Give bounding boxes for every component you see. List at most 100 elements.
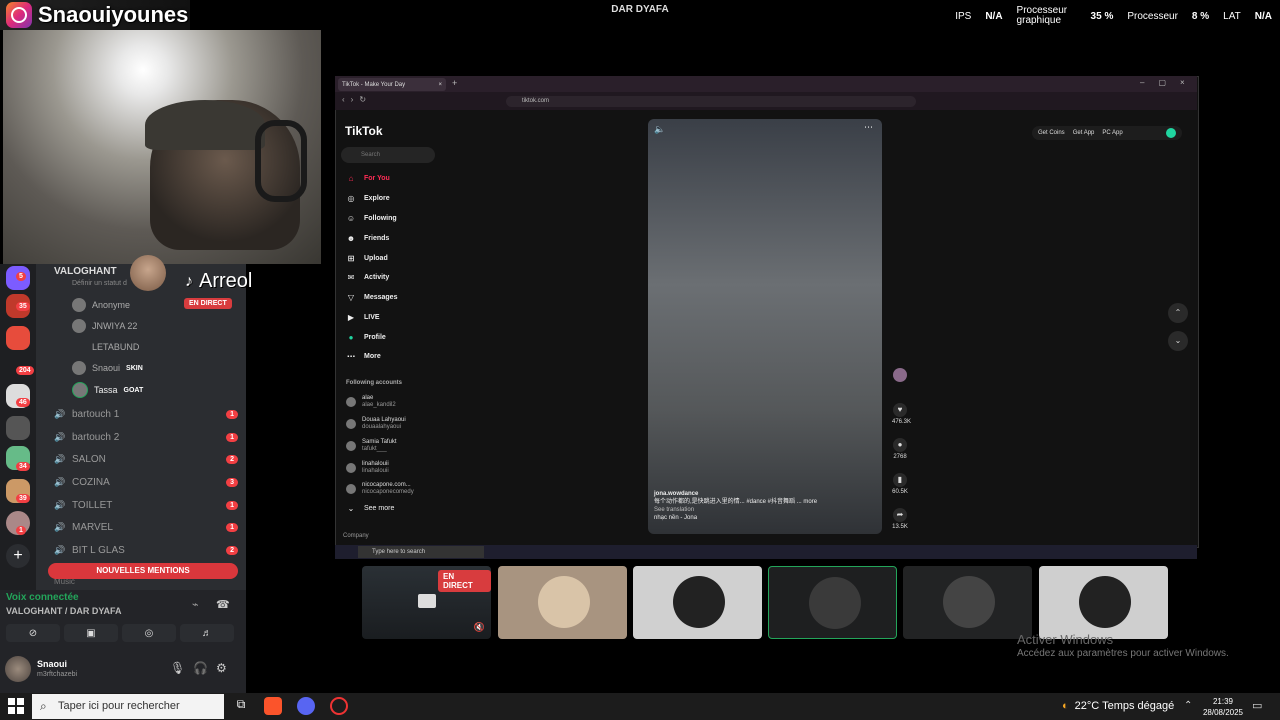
nav-for-you[interactable]: ⌂ For You (346, 174, 390, 183)
speaker-icon: 🔊 (54, 500, 66, 510)
nav-profile[interactable]: ● Profile (346, 333, 386, 342)
nav-upload[interactable]: ⊞ Upload (346, 254, 388, 263)
disconnect-icon[interactable]: ☎ (216, 598, 230, 611)
camera-off-button[interactable]: ⊘ (6, 624, 60, 642)
server-icon[interactable] (6, 326, 30, 350)
window-controls[interactable]: –▢× (1140, 78, 1199, 87)
avatar (72, 298, 86, 312)
save-button[interactable]: ▮ 60.5K (892, 473, 908, 495)
tiktok-logo[interactable]: TikTok (345, 124, 383, 138)
nav-arrows-icon[interactable]: ‹›↻ (342, 95, 372, 104)
following-account[interactable]: Douaa Lahyaoui douaalahyaoui (346, 417, 406, 431)
muted-icon[interactable]: 🔇 (474, 622, 485, 633)
following-account[interactable]: linahalouii linahalouii (346, 461, 389, 475)
headphones-icon[interactable]: 🎧 (193, 661, 208, 675)
participant-tile-speaking[interactable] (768, 566, 897, 639)
close-icon[interactable]: × (438, 82, 442, 88)
participant-tile[interactable] (498, 566, 627, 639)
see-translation[interactable]: See translation (654, 506, 874, 514)
overlay-avatar (130, 255, 166, 291)
ips-value: N/A (985, 10, 1003, 22)
following-account[interactable]: Samia Tafukt tafukt___ (346, 439, 397, 453)
add-server-icon[interactable]: + (6, 544, 30, 568)
voice-member[interactable]: JNWIYA 22 (72, 319, 137, 333)
company-link[interactable]: Company (343, 533, 369, 539)
creator-avatar[interactable] (892, 368, 908, 384)
user-avatar[interactable] (5, 656, 31, 682)
share-button[interactable]: ➦ 13.5K (892, 508, 908, 530)
voice-location[interactable]: VALOGHANT / DAR DYAFA (6, 606, 122, 616)
like-button[interactable]: ♥ 476.3K (892, 403, 912, 425)
brave-browser-icon[interactable] (264, 697, 282, 715)
voice-channel-name[interactable]: VALOGHANT (54, 266, 117, 277)
nav-activity[interactable]: ✉ Activity (346, 273, 390, 282)
tray-chevron-icon[interactable]: ⌃ (1184, 700, 1192, 711)
voice-channel[interactable]: 🔊 SALON 2 (54, 454, 238, 465)
new-tab-icon[interactable]: + (452, 78, 457, 88)
participant-tile[interactable] (1039, 566, 1168, 639)
server-badge: 35 (16, 302, 30, 311)
following-account[interactable]: alae alae_kandil2 (346, 395, 396, 409)
volume-icon[interactable]: 🔈 (654, 124, 665, 135)
nav-live[interactable]: ▶ LIVE (346, 313, 380, 322)
following-account[interactable]: nicocapone.com... nicocaponecomedy (346, 482, 414, 496)
noise-icon[interactable]: ⌁ (192, 598, 199, 611)
more-options-icon[interactable]: ⋯ (864, 122, 873, 133)
server-icon[interactable] (6, 416, 30, 440)
nav-more[interactable]: ⋯ More (346, 352, 381, 361)
voice-member[interactable]: Tassa GOAT (72, 382, 143, 398)
see-more-button[interactable]: ⌄ See more (346, 504, 395, 513)
previous-video-button[interactable]: ⌃ (1168, 303, 1188, 323)
notifications-icon[interactable]: ▭ (1252, 699, 1262, 712)
voice-member[interactable]: Snaoui SKIN (72, 361, 143, 375)
windows-search-input[interactable]: Taper ici pour rechercher (32, 694, 224, 719)
voice-member[interactable]: Anonyme (72, 298, 130, 312)
participant-tile[interactable] (633, 566, 762, 639)
voice-channel[interactable]: 🔊 BIT L GLAS 2 (54, 545, 238, 556)
member-tag: GOAT (123, 386, 144, 394)
participant-tile[interactable] (903, 566, 1032, 639)
nav-following[interactable]: ☺ Following (346, 214, 397, 223)
screen-share-button[interactable]: ▣ (64, 624, 118, 642)
status-hint: Définir un statut d (72, 280, 127, 287)
task-view-icon[interactable]: ⧉ (232, 697, 250, 715)
voice-channel[interactable]: 🔊 bartouch 1 1 (54, 409, 238, 420)
voice-channel[interactable]: 🔊 COZINA 3 (54, 477, 238, 488)
like-count: 476.3K (892, 419, 912, 425)
profile-avatar[interactable] (1166, 128, 1176, 138)
voice-channel[interactable]: 🔊 bartouch 2 1 (54, 432, 238, 443)
participant-tile-stream[interactable]: EN DIRECT 🔇 (362, 566, 491, 639)
video-music[interactable]: nhạc nền - Jona (654, 514, 874, 522)
avatar (72, 361, 86, 375)
get-app-button[interactable]: Get App (1073, 130, 1095, 136)
activity-button[interactable]: ◎ (122, 624, 176, 642)
voice-member[interactable]: LETABUND (72, 340, 139, 354)
get-coins-button[interactable]: Get Coins (1038, 130, 1065, 136)
tiktok-search-input[interactable]: Search (341, 147, 435, 163)
video-author[interactable]: jona.wowdance (654, 490, 874, 498)
cpu-label: Processeur (1127, 10, 1178, 22)
nav-friends[interactable]: ☻ Friends (346, 234, 390, 243)
microphone-icon[interactable]: 🎙 (170, 661, 185, 675)
soundboard-button[interactable]: ♬ (180, 624, 234, 642)
voice-channel[interactable]: 🔊 MARVEL 1 (54, 522, 238, 533)
video-description: 每个动作都的,是快跳进入里的情... #dance #抖音舞蹈 ... more (654, 499, 818, 505)
clock[interactable]: 21:39 28/08/2025 (1198, 696, 1248, 718)
inner-search-input[interactable]: Type here to search (358, 546, 484, 558)
nav-explore[interactable]: ◎ Explore (346, 194, 390, 203)
windows-start-icon[interactable] (8, 698, 24, 714)
next-video-button[interactable]: ⌄ (1168, 331, 1188, 351)
url-input[interactable]: tiktok.com (506, 96, 916, 107)
discord-icon[interactable] (297, 697, 315, 715)
browser-tab[interactable]: TikTok - Make Your Day × (338, 78, 446, 91)
comment-button[interactable]: ● 2768 (892, 438, 908, 460)
tiktok-video[interactable] (648, 119, 882, 534)
pc-app-button[interactable]: PC App (1102, 130, 1122, 136)
app-icon[interactable] (330, 697, 348, 715)
voice-channel[interactable]: 🔊 TOILLET 1 (54, 500, 238, 511)
settings-gear-icon[interactable]: ⚙ (216, 661, 227, 675)
weather-widget[interactable]: ◐ 22°C Temps dégagé (1062, 700, 1174, 712)
nav-messages[interactable]: ▽ Messages (346, 293, 398, 302)
new-mentions-button[interactable]: NOUVELLES MENTIONS (48, 563, 238, 579)
nav-label: Friends (364, 235, 390, 242)
